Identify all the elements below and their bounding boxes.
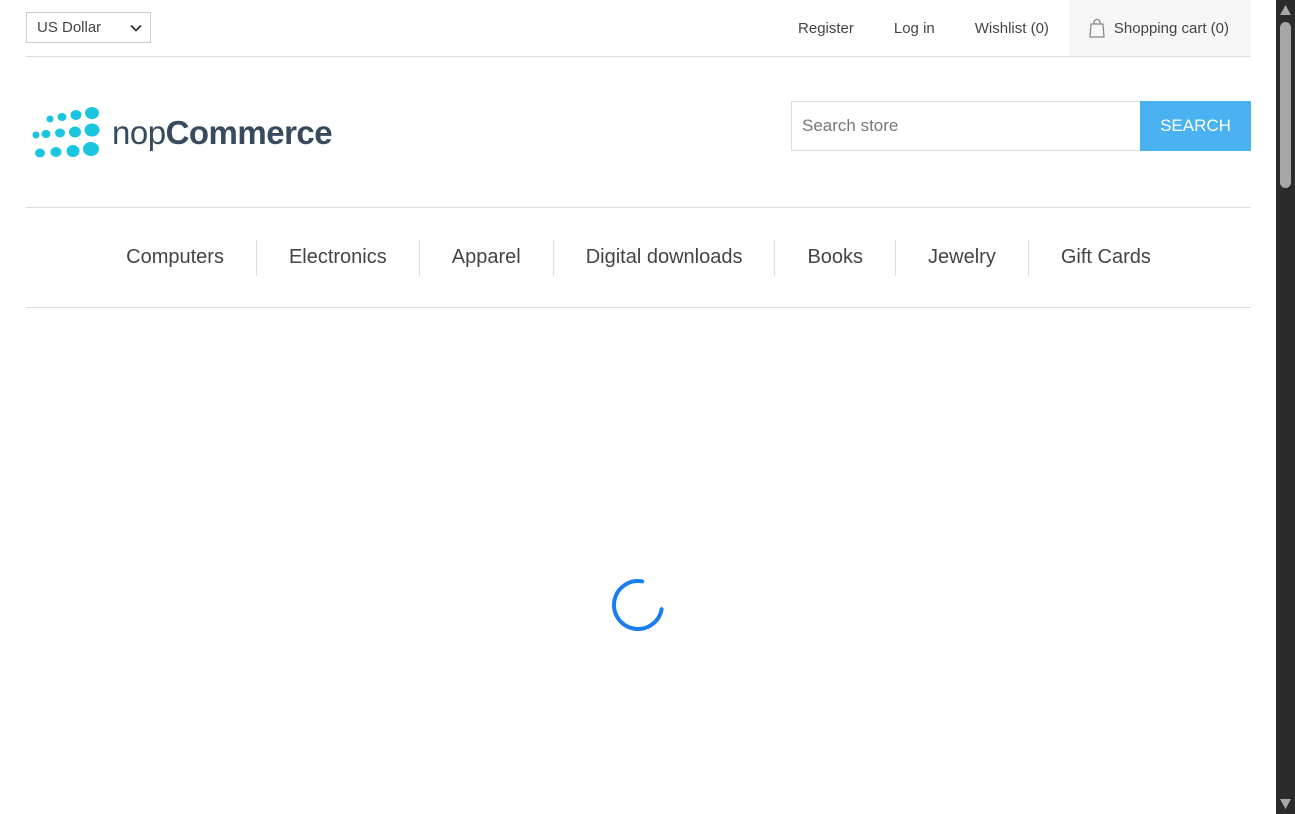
header-top-bar: US Dollar Register Log in Wishlist (0) S… bbox=[26, 0, 1251, 57]
wishlist-link[interactable]: Wishlist (0) bbox=[955, 0, 1069, 56]
menu-item-gift-cards[interactable]: Gift Cards bbox=[1027, 239, 1183, 276]
login-link[interactable]: Log in bbox=[874, 0, 955, 56]
top-menu: Computers Electronics Apparel Digital do… bbox=[26, 207, 1251, 308]
logo-text-bold: Commerce bbox=[165, 114, 333, 151]
chevron-down-icon bbox=[130, 24, 142, 32]
store-logo[interactable]: nopCommerce bbox=[28, 103, 338, 163]
menu-item-books[interactable]: Books bbox=[774, 239, 895, 276]
menu-item-computers[interactable]: Computers bbox=[94, 240, 256, 276]
shopping-cart-link[interactable]: Shopping cart (0) bbox=[1068, 0, 1251, 56]
vertical-scrollbar[interactable] bbox=[1276, 0, 1295, 814]
header-links: Register Log in Wishlist (0) Shopping ca… bbox=[778, 0, 1251, 56]
scrollbar-thumb[interactable] bbox=[1280, 22, 1291, 188]
logo-wordmark: nopCommerce bbox=[112, 114, 333, 152]
loading-spinner-icon bbox=[612, 579, 664, 631]
menu-item-apparel[interactable]: Apparel bbox=[418, 239, 553, 276]
page: US Dollar Register Log in Wishlist (0) S… bbox=[0, 0, 1276, 814]
search-box: SEARCH bbox=[791, 101, 1251, 151]
menu-item-jewelry[interactable]: Jewelry bbox=[895, 239, 1028, 276]
menu-item-electronics[interactable]: Electronics bbox=[255, 239, 419, 276]
search-input[interactable] bbox=[791, 101, 1140, 151]
search-button[interactable]: SEARCH bbox=[1140, 101, 1251, 151]
register-link[interactable]: Register bbox=[778, 0, 874, 56]
shopping-cart-label: Shopping cart (0) bbox=[1113, 19, 1229, 37]
scroll-up-arrow-icon[interactable] bbox=[1279, 4, 1292, 16]
logo-dots-icon bbox=[32, 107, 100, 158]
scroll-down-arrow-icon[interactable] bbox=[1279, 798, 1292, 810]
logo-text-light: nop bbox=[112, 114, 166, 151]
menu-item-digital-downloads[interactable]: Digital downloads bbox=[552, 239, 775, 276]
currency-selected-value: US Dollar bbox=[37, 19, 102, 36]
currency-selector[interactable]: US Dollar bbox=[26, 12, 151, 43]
shopping-bag-icon bbox=[1089, 18, 1105, 38]
